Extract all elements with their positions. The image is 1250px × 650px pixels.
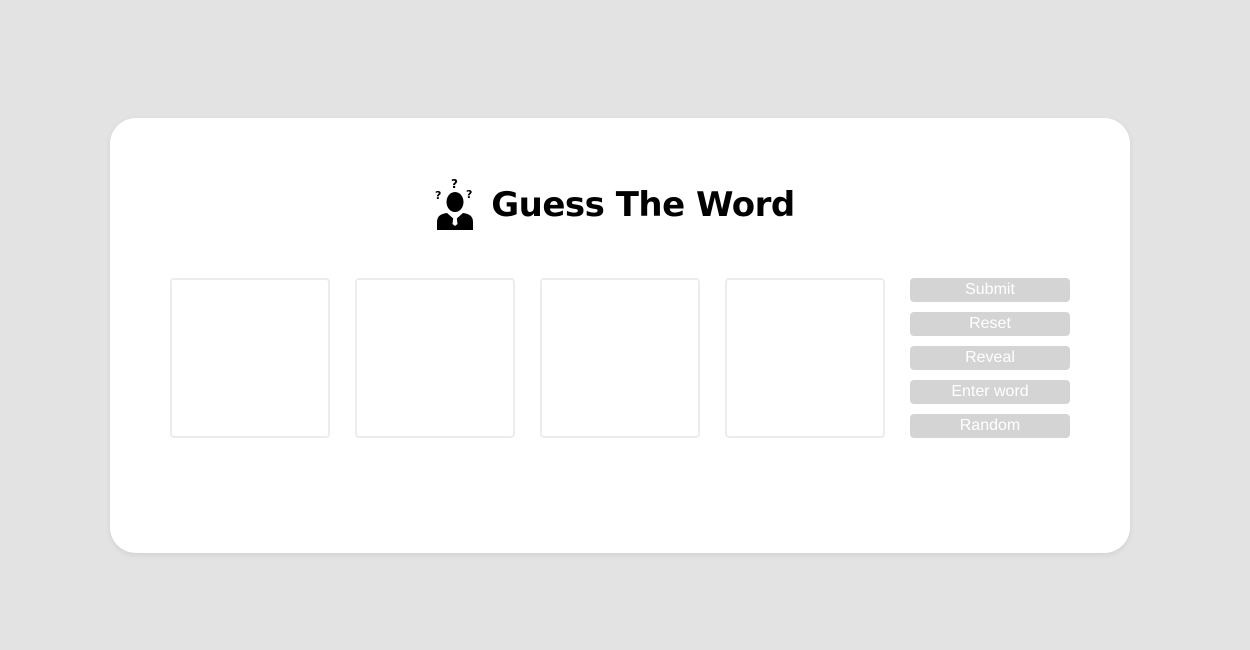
letter-box-3[interactable] [540,278,700,438]
letter-box-4[interactable] [725,278,885,438]
reset-button[interactable]: Reset [910,312,1070,336]
header: ? ? ? Guess The Word [110,176,1130,232]
enter-word-button[interactable]: Enter word [910,380,1070,404]
svg-text:?: ? [435,189,441,202]
confused-person-icon: ? ? ? [433,177,477,230]
letter-boxes [170,278,885,438]
game-card: ? ? ? Guess The Word Submit Reset Reveal… [110,118,1130,553]
letter-box-1[interactable] [170,278,330,438]
svg-text:?: ? [451,178,458,191]
random-button[interactable]: Random [910,414,1070,438]
letter-box-2[interactable] [355,278,515,438]
action-buttons: Submit Reset Reveal Enter word Random [910,278,1070,448]
page-title: Guess The Word [491,185,795,225]
submit-button[interactable]: Submit [910,278,1070,302]
reveal-button[interactable]: Reveal [910,346,1070,370]
svg-text:?: ? [466,188,472,201]
